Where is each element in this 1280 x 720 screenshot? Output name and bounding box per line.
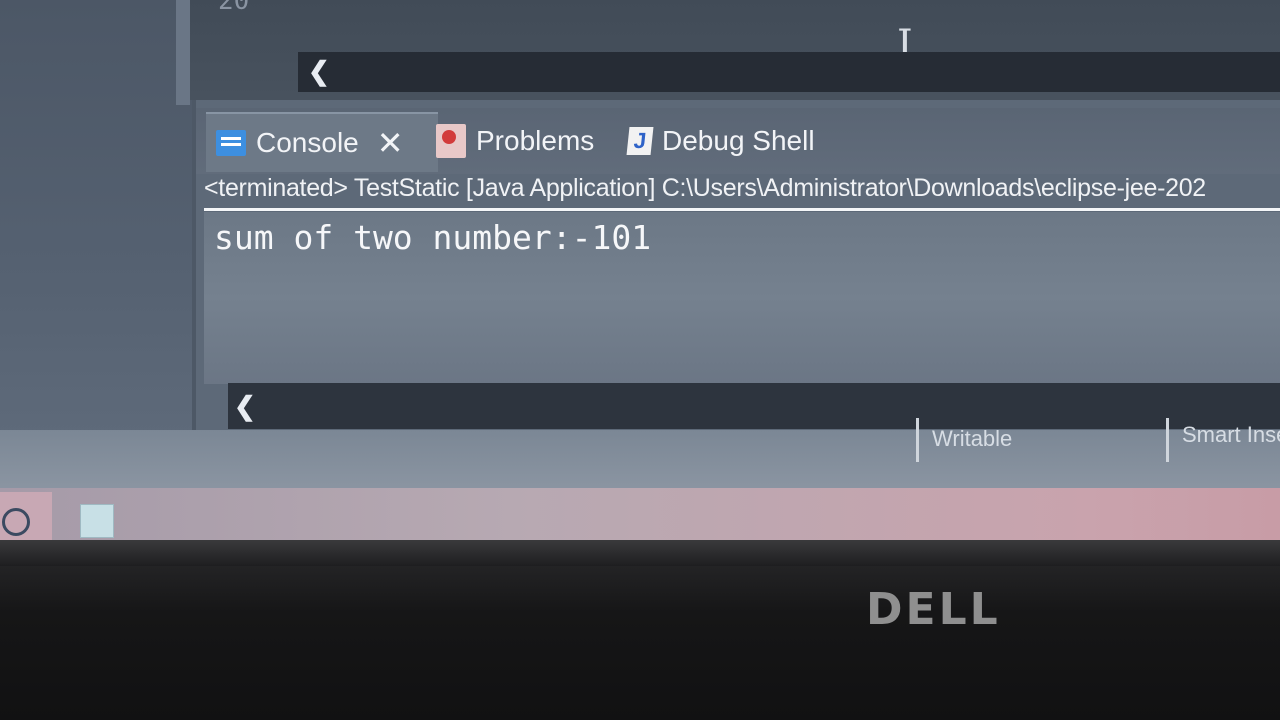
problems-icon <box>436 124 466 158</box>
status-divider <box>916 418 919 462</box>
laptop-bezel <box>0 540 1280 720</box>
screen-edge <box>0 540 1280 566</box>
left-panel <box>0 0 192 440</box>
insert-mode-status: Smart Inse <box>1182 422 1280 447</box>
status-bar <box>0 430 1280 490</box>
writable-status: Writable <box>932 426 1013 451</box>
taskbar <box>0 488 1280 548</box>
brand-logo: DELL <box>866 584 1001 635</box>
close-icon[interactable]: ✕ <box>377 124 404 162</box>
tab-console-label: Console <box>256 127 359 158</box>
console-icon <box>216 130 246 156</box>
console-horizontal-scrollbar[interactable]: ❮ <box>228 383 1280 429</box>
screen: 20 I ❮ Console ✕ Problems J Debug Shell … <box>0 0 1280 548</box>
start-icon <box>2 508 30 536</box>
tab-problems[interactable]: Problems <box>436 112 594 170</box>
status-divider <box>1166 418 1169 462</box>
editor-line-number: 20 <box>218 0 250 16</box>
console-output-line: sum of two number:-101 <box>214 218 652 257</box>
scroll-left-icon[interactable]: ❮ <box>234 391 256 422</box>
taskbar-app-icon[interactable] <box>80 504 114 538</box>
debug-shell-icon: J <box>626 127 654 155</box>
tab-debug-shell-label: Debug Shell <box>662 125 815 156</box>
editor-horizontal-scrollbar[interactable]: ❮ <box>298 52 1280 92</box>
process-status: <terminated> TestStatic [Java Applicatio… <box>204 174 1280 211</box>
tab-problems-label: Problems <box>476 125 595 156</box>
scroll-left-icon[interactable]: ❮ <box>308 56 330 87</box>
panel-divider <box>176 0 190 105</box>
tab-debug-shell[interactable]: J Debug Shell <box>626 112 815 170</box>
tab-console[interactable]: Console ✕ <box>206 112 438 172</box>
